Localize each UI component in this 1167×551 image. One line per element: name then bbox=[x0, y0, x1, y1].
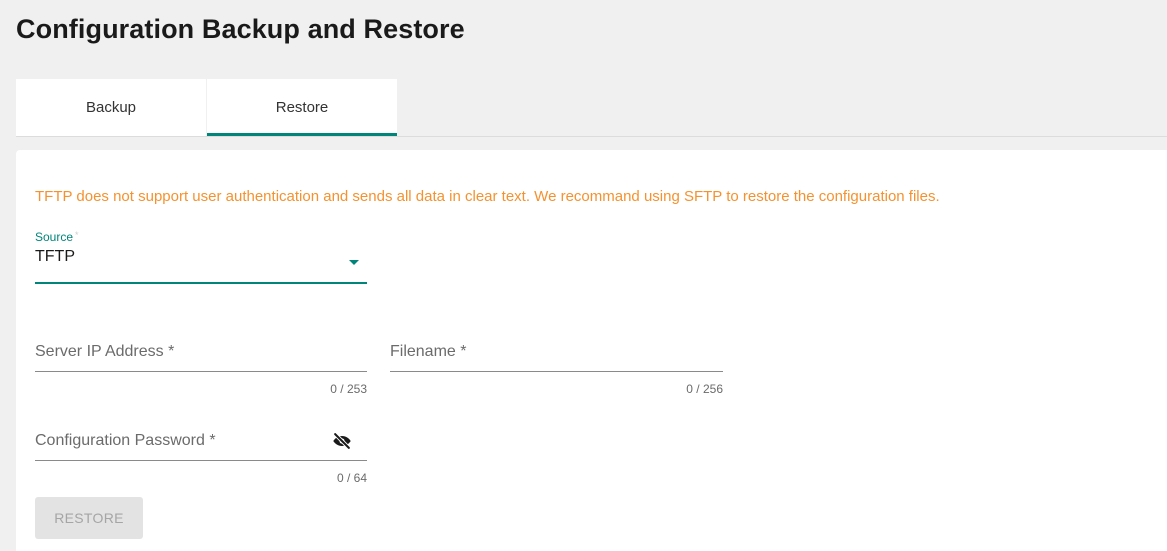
restore-button[interactable]: RESTORE bbox=[35, 497, 143, 539]
eye-off-icon-graphic bbox=[333, 432, 351, 450]
dropdown-arrow-icon bbox=[349, 260, 359, 265]
server-ip-field bbox=[35, 333, 367, 373]
required-mark: * bbox=[75, 230, 79, 240]
config-password-char-counter: 0 / 64 bbox=[336, 471, 367, 485]
source-selected-value: TFTP bbox=[35, 248, 75, 265]
tab-bar: Backup Restore bbox=[16, 79, 1167, 137]
source-underline bbox=[35, 282, 367, 284]
restore-panel: TFTP does not support user authenticatio… bbox=[16, 150, 1167, 551]
config-password-underline bbox=[35, 460, 367, 461]
tftp-warning-message: TFTP does not support user authenticatio… bbox=[35, 188, 940, 205]
source-label-text: Source bbox=[35, 230, 74, 244]
tab-restore[interactable]: Restore bbox=[207, 79, 397, 136]
server-ip-char-counter: 0 / 253 bbox=[330, 382, 367, 396]
filename-input[interactable] bbox=[390, 333, 723, 371]
eye-off-icon[interactable] bbox=[331, 430, 353, 452]
server-ip-underline bbox=[35, 371, 367, 372]
config-password-field bbox=[35, 422, 367, 462]
filename-underline bbox=[390, 371, 723, 372]
source-select[interactable]: Source * TFTP bbox=[35, 230, 367, 284]
source-label: Source * bbox=[35, 230, 79, 244]
config-password-input[interactable] bbox=[35, 422, 325, 460]
server-ip-input[interactable] bbox=[35, 333, 367, 371]
filename-field bbox=[390, 333, 723, 373]
tab-backup[interactable]: Backup bbox=[16, 79, 206, 136]
filename-char-counter: 0 / 256 bbox=[686, 382, 723, 396]
page-title: Configuration Backup and Restore bbox=[16, 14, 465, 44]
page: Configuration Backup and Restore Backup … bbox=[0, 0, 1167, 551]
